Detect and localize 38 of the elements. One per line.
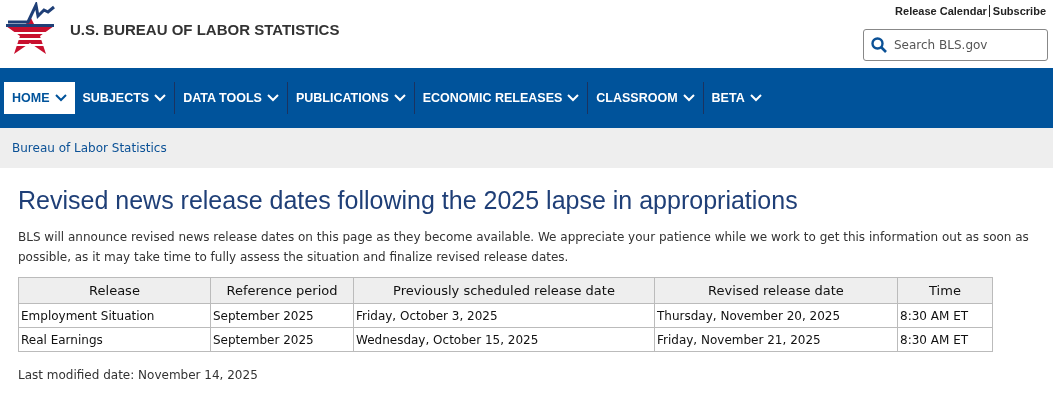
chevron-down-icon bbox=[154, 94, 167, 102]
column-header: Time bbox=[897, 277, 993, 304]
intro-paragraph: BLS will announce revised news release dates on this page as they become available. We appreciate your patience while we work to get this information out as soon as possible, as it may take time to fully assess the situation and finalize revised release dates. bbox=[18, 229, 1030, 266]
table-cell: 8:30 AM ET bbox=[897, 303, 993, 328]
chevron-down-icon bbox=[682, 94, 695, 102]
nav-tab[interactable]: DATA TOOLS bbox=[174, 82, 287, 114]
header-link[interactable]: Subscribe bbox=[988, 5, 1048, 17]
table-cell: Friday, November 21, 2025 bbox=[654, 327, 898, 352]
chevron-down-icon bbox=[749, 94, 762, 102]
table-cell: Employment Situation bbox=[18, 303, 211, 328]
nav-tab[interactable]: PUBLICATIONS bbox=[286, 82, 414, 114]
chevron-down-icon bbox=[567, 94, 580, 102]
column-header: Previously scheduled release date bbox=[353, 277, 655, 304]
chevron-down-icon bbox=[54, 94, 67, 102]
nav-tab[interactable]: ECONOMIC RELEASES bbox=[413, 82, 588, 114]
nav-tab[interactable]: CLASSROOM bbox=[587, 82, 703, 114]
table-cell: September 2025 bbox=[210, 303, 354, 328]
table-cell: 8:30 AM ET bbox=[897, 327, 993, 352]
star-logo-icon[interactable] bbox=[4, 2, 56, 56]
column-header: Revised release date bbox=[654, 277, 898, 304]
nav-tab[interactable]: BETA bbox=[702, 82, 770, 114]
agency-name: U.S. BUREAU OF LABOR STATISTICS bbox=[70, 20, 340, 38]
breadcrumb-link[interactable]: Bureau of Labor Statistics bbox=[12, 141, 167, 155]
last-modified-text: Last modified date: November 14, 2025 bbox=[18, 368, 259, 382]
table-cell: Thursday, November 20, 2025 bbox=[654, 303, 898, 328]
page-title: Revised news release dates following the 2025 lapse in appropriations bbox=[18, 186, 799, 215]
chevron-down-icon bbox=[266, 94, 279, 102]
chevron-down-icon bbox=[393, 94, 406, 102]
header-link[interactable]: Release Calendar bbox=[893, 5, 989, 17]
table-cell: Wednesday, October 15, 2025 bbox=[353, 327, 655, 352]
column-header: Reference period bbox=[210, 277, 354, 304]
search-field[interactable]: Search BLS.gov bbox=[863, 29, 1048, 61]
column-header: Release bbox=[18, 277, 211, 304]
nav-tab[interactable]: SUBJECTS bbox=[74, 82, 175, 114]
table-cell: Real Earnings bbox=[18, 327, 211, 352]
table-cell: September 2025 bbox=[210, 327, 354, 352]
table-cell: Friday, October 3, 2025 bbox=[353, 303, 655, 328]
nav-tab[interactable]: HOME bbox=[4, 82, 75, 114]
